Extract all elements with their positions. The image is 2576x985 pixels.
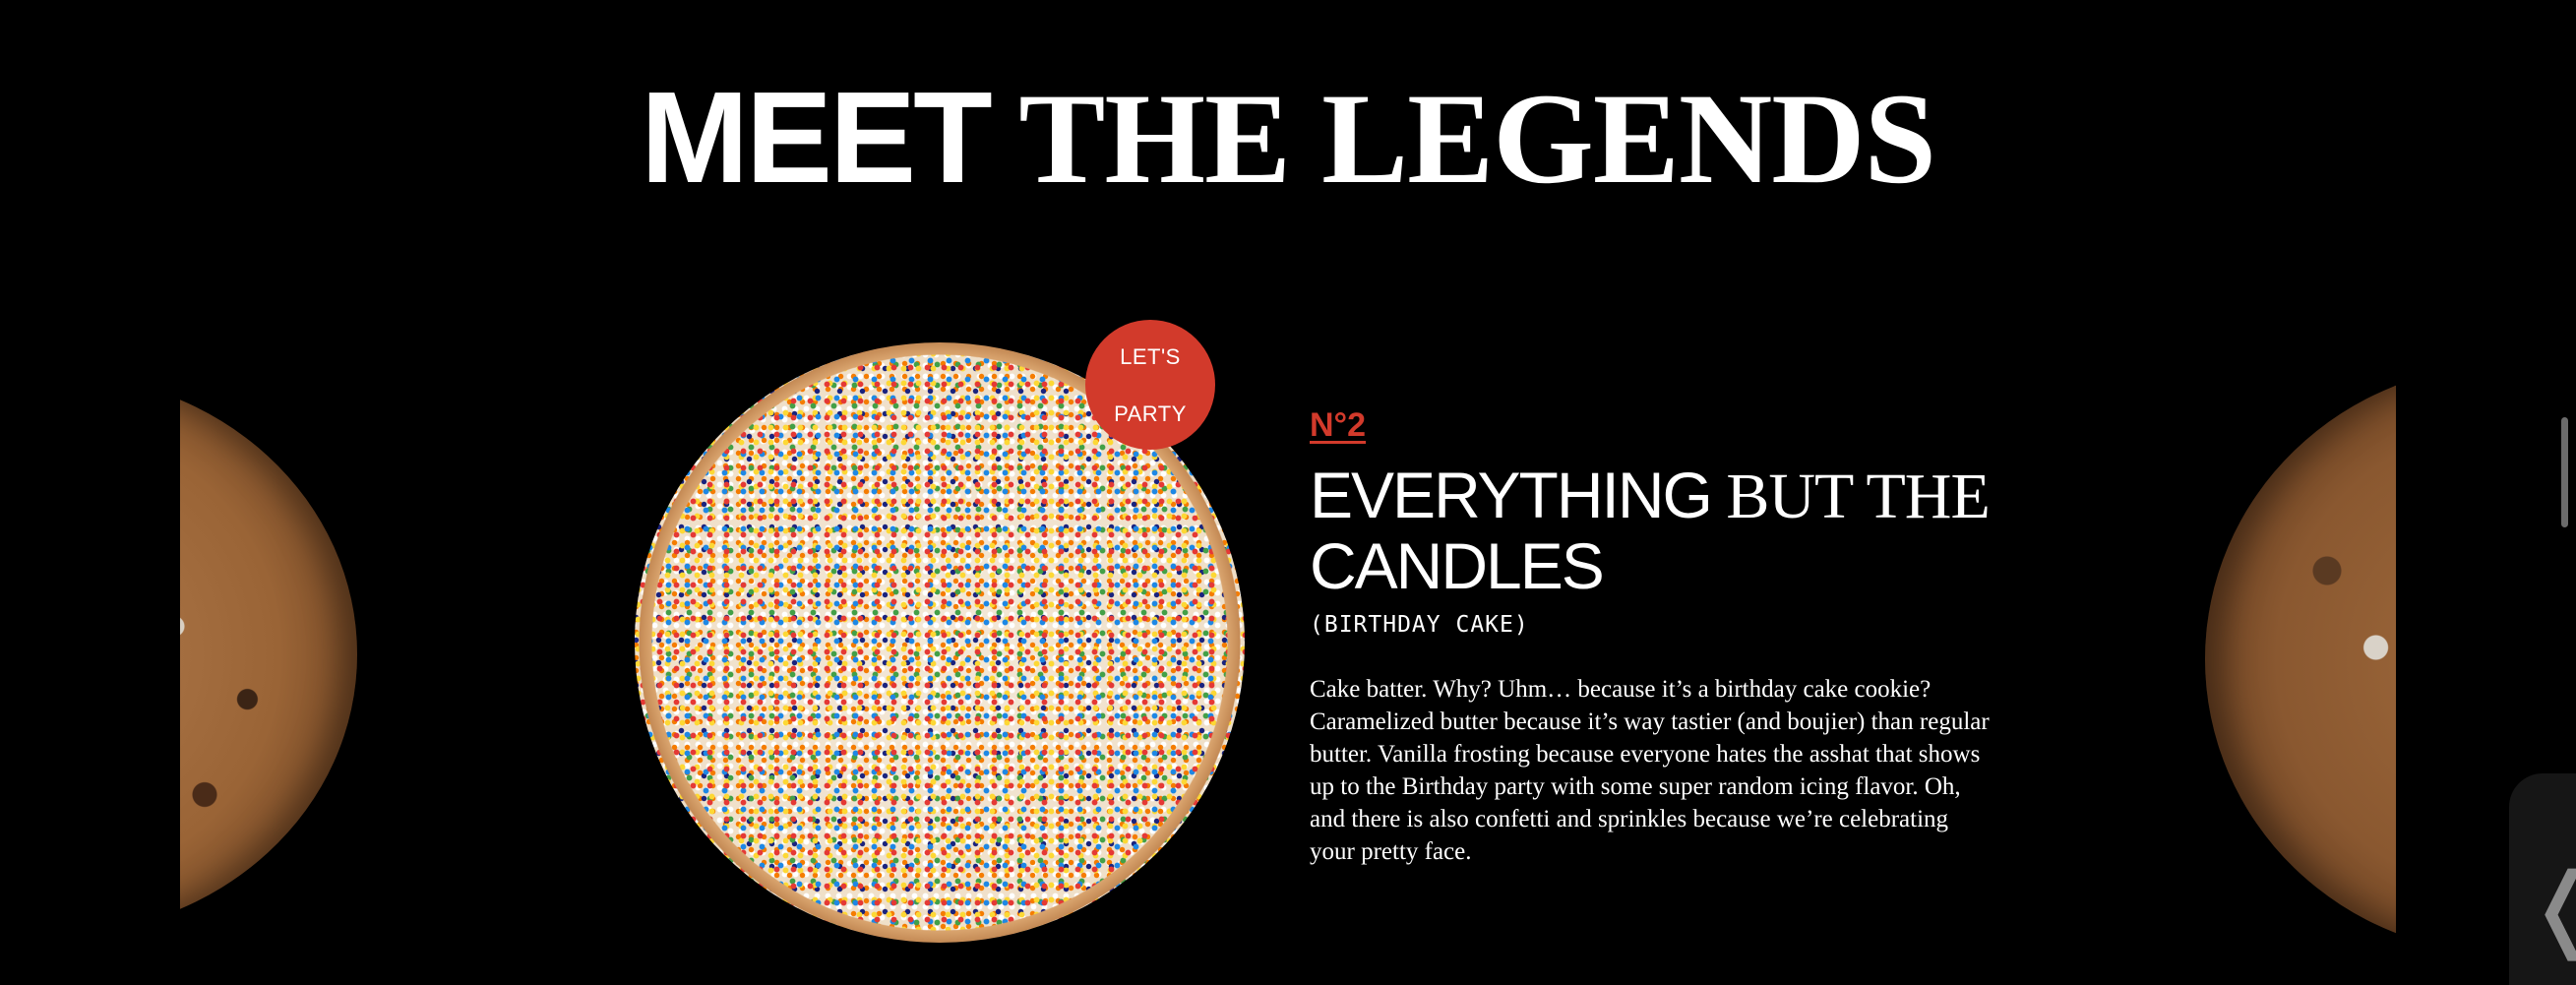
product-title-part-3: CANDLES	[1310, 529, 1605, 602]
product-title-part-1: EVERYTHING	[1310, 459, 1713, 531]
next-cookie-image[interactable]	[2205, 364, 2396, 954]
badge-line-1: LET'S	[1120, 343, 1181, 369]
product-description: Cake batter. Why? Uhm… because it’s a bi…	[1310, 676, 1990, 865]
scrollbar-thumb[interactable]	[2561, 417, 2568, 527]
heading-part-the-legends: THE LEGENDS	[989, 66, 1936, 211]
product-subtitle: (BIRTHDAY CAKE)	[1310, 612, 1529, 638]
chevron-left-icon[interactable]: ❬	[2525, 862, 2576, 954]
heading-part-meet: MEET	[641, 65, 993, 210]
product-title-part-2: BUT THE	[1710, 461, 1990, 532]
cookie-carousel[interactable]	[180, 295, 2396, 985]
previous-cookie-image[interactable]	[180, 374, 357, 935]
badge-line-2: PARTY	[1114, 400, 1187, 426]
product-number[interactable]: N°2	[1310, 405, 1366, 445]
lets-party-badge: LET'S PARTY	[1085, 320, 1215, 450]
product-title: EVERYTHING BUT THE CANDLES	[1310, 461, 2018, 602]
page-heading: MEET THE LEGENDS	[0, 69, 2576, 208]
side-drawer-tab[interactable]: ❬	[2509, 773, 2576, 985]
